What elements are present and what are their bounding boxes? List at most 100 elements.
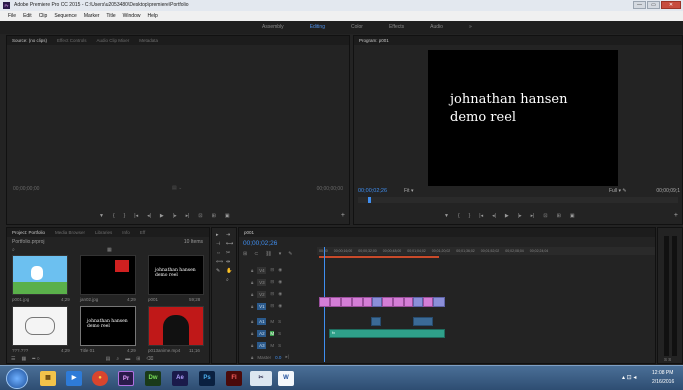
slip-tool-icon[interactable]: ⟺: [216, 259, 223, 265]
clock-time[interactable]: 12:08 PM: [652, 370, 673, 376]
thumbnail-sketch[interactable]: [12, 306, 68, 346]
icon-view-icon[interactable]: ▦: [21, 356, 26, 362]
timeline-timecode[interactable]: 00;00;02;26: [243, 240, 277, 247]
settings-icon[interactable]: ✎: [288, 251, 292, 257]
lift-icon[interactable]: ⊡: [543, 213, 547, 219]
track-name-v1[interactable]: V1: [257, 302, 267, 310]
insert-icon[interactable]: ⊡: [198, 213, 202, 219]
extract-icon[interactable]: ⊞: [557, 213, 561, 219]
clip-v1-12[interactable]: [433, 297, 445, 307]
play-icon[interactable]: ▶: [160, 213, 164, 219]
lock-icon[interactable]: 🔒︎: [251, 355, 253, 360]
slide-tool-icon[interactable]: ⇹: [226, 259, 230, 265]
thumbnail-jan02-jpg[interactable]: [80, 255, 136, 295]
clip-v1-10[interactable]: [413, 297, 423, 307]
solo-icon[interactable]: S: [278, 343, 281, 348]
master-value[interactable]: 0.0: [275, 355, 281, 360]
step-forward-icon[interactable]: |▸: [518, 213, 522, 219]
menu-edit[interactable]: Edit: [23, 11, 32, 21]
pen-tool-icon[interactable]: ✎: [216, 268, 220, 274]
minimize-button[interactable]: —: [633, 1, 646, 9]
lock-icon[interactable]: 🔒︎: [251, 304, 253, 309]
eye-icon[interactable]: ◉: [278, 279, 282, 285]
new-bin-icon[interactable]: ▦: [107, 247, 112, 253]
solo-icon[interactable]: S: [278, 319, 281, 324]
thumbnail-p013anime-mp4[interactable]: [148, 306, 204, 346]
workspace-assembly[interactable]: Assembly: [262, 21, 284, 34]
sync-icon[interactable]: ⊟: [270, 291, 274, 297]
tab-libraries[interactable]: Libraries: [95, 228, 112, 237]
selection-tool-icon[interactable]: ▸: [216, 232, 219, 238]
lock-icon[interactable]: 🔒︎: [251, 280, 253, 285]
clip-v1-11[interactable]: [423, 297, 433, 307]
bracket-out-icon[interactable]: }: [469, 213, 471, 219]
list-view-icon[interactable]: ☰: [11, 356, 15, 362]
work-area-bar[interactable]: [319, 256, 439, 258]
find-icon[interactable]: ⌕: [116, 356, 119, 362]
clip-v1-9[interactable]: [404, 297, 413, 307]
track-name-v3[interactable]: V3: [257, 278, 267, 286]
track-select-tool-icon[interactable]: ⇥: [226, 232, 230, 238]
tab-audio-clip-mixer[interactable]: Audio Clip Mixer: [96, 36, 129, 45]
new-bin-bottom-icon[interactable]: ▬: [125, 356, 130, 362]
maximize-button[interactable]: ▭: [647, 1, 660, 9]
playhead-icon[interactable]: [368, 197, 371, 203]
chrome-icon[interactable]: ●: [92, 371, 108, 386]
lock-icon[interactable]: 🔒︎: [251, 319, 253, 324]
workspace-color[interactable]: Color: [351, 21, 363, 34]
mute-icon[interactable]: M: [270, 330, 275, 336]
tab-effects[interactable]: Eff: [140, 228, 145, 237]
clip-v1-1[interactable]: [319, 297, 330, 307]
lock-icon[interactable]: 🔒︎: [251, 343, 253, 348]
menu-file[interactable]: File: [8, 11, 16, 21]
dreamweaver-icon[interactable]: Dw: [145, 371, 161, 386]
workspace-effects[interactable]: Effects: [389, 21, 404, 34]
sync-icon[interactable]: ⊟: [270, 279, 274, 285]
source-add-button[interactable]: +: [341, 212, 345, 219]
solo-icon[interactable]: S: [278, 331, 281, 336]
clip-v1-3[interactable]: [341, 297, 352, 307]
explorer-icon[interactable]: ▦: [40, 371, 56, 386]
screenshot-tool-icon[interactable]: ✂: [250, 371, 272, 386]
premiere-icon[interactable]: Pr: [118, 371, 134, 386]
go-to-in-icon[interactable]: |◂: [134, 213, 138, 219]
program-timecode[interactable]: 00;00;02;26: [358, 188, 387, 194]
track-name-v4[interactable]: V4: [257, 266, 267, 274]
program-add-button[interactable]: +: [674, 212, 678, 219]
step-back-icon[interactable]: ◂|: [147, 213, 151, 219]
rate-stretch-tool-icon[interactable]: ⇔: [216, 250, 221, 256]
workspace-audio[interactable]: Audio: [430, 21, 443, 34]
mark-in-icon[interactable]: ▼: [99, 213, 104, 219]
razor-tool-icon[interactable]: ✂: [226, 250, 230, 256]
word-icon[interactable]: W: [278, 371, 294, 386]
ripple-edit-tool-icon[interactable]: ⊣: [216, 241, 220, 247]
thumbnail-p001-sequence[interactable]: johnathan hansen demo reel: [148, 255, 204, 295]
mute-icon[interactable]: M: [270, 319, 274, 324]
meter-solo-buttons[interactable]: S S: [664, 357, 671, 362]
new-item-icon[interactable]: ⊞: [136, 356, 140, 362]
sync-icon[interactable]: ⊟: [270, 303, 274, 309]
lock-icon[interactable]: 🔒︎: [251, 268, 253, 273]
menu-clip[interactable]: Clip: [39, 11, 48, 21]
clip-a1-2[interactable]: [413, 317, 433, 326]
wrench-icon[interactable]: ✎: [622, 188, 626, 194]
thumbnail-title-01[interactable]: johnathan hansen demo reel: [80, 306, 136, 346]
clip-v1-8[interactable]: [393, 297, 404, 307]
zoom-slider[interactable]: ━ ○: [32, 356, 39, 362]
play-icon[interactable]: ▶: [505, 213, 509, 219]
clock-date[interactable]: 2/16/2016: [652, 379, 674, 385]
menu-sequence[interactable]: Sequence: [54, 11, 77, 21]
go-to-in-icon[interactable]: |◂: [479, 213, 483, 219]
tab-effect-controls[interactable]: Effect Controls: [57, 36, 86, 45]
track-name-a2[interactable]: A2: [257, 329, 267, 337]
export-frame-icon[interactable]: ▣: [225, 213, 230, 219]
clip-v1-4[interactable]: [352, 297, 363, 307]
after-effects-icon[interactable]: Ae: [172, 371, 188, 386]
zoom-tool-icon[interactable]: ⌕: [226, 277, 229, 283]
bracket-in-icon[interactable]: {: [458, 213, 460, 219]
close-button[interactable]: ✕: [661, 1, 681, 9]
skip-icon[interactable]: ▸|: [285, 354, 288, 360]
tab-info[interactable]: Info: [122, 228, 130, 237]
eye-icon[interactable]: ◉: [278, 303, 282, 309]
clip-a3-music[interactable]: fx: [329, 329, 445, 338]
